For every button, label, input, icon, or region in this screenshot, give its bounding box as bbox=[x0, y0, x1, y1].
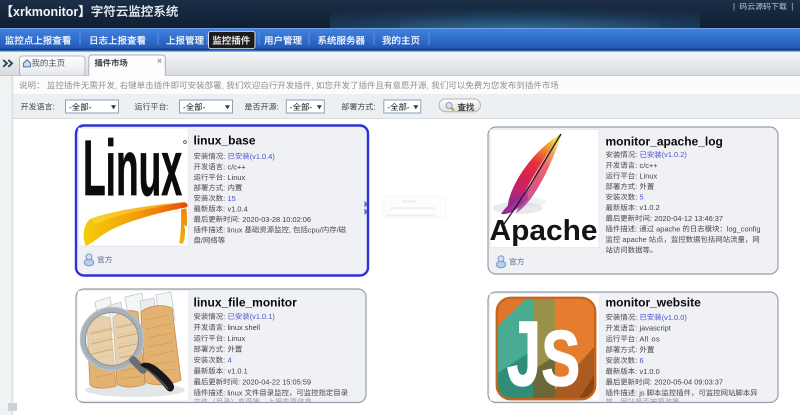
svg-text:-: - bbox=[290, 102, 293, 112]
svg-text:Linux: Linux bbox=[228, 173, 246, 182]
svg-text::: : bbox=[223, 345, 225, 354]
svg-text::: : bbox=[635, 224, 637, 233]
svg-text:(v1.0.2): (v1.0.2) bbox=[662, 150, 687, 159]
svg-text::: : bbox=[223, 367, 225, 376]
svg-text::: : bbox=[635, 324, 637, 333]
svg-text::: : bbox=[223, 204, 225, 213]
svg-text:,: , bbox=[115, 80, 117, 90]
svg-text:4: 4 bbox=[228, 356, 232, 365]
svg-text::: : bbox=[635, 356, 637, 365]
svg-text:,: , bbox=[311, 80, 313, 90]
svg-text:-: - bbox=[387, 102, 390, 112]
svg-text:-: - bbox=[203, 102, 206, 112]
svg-text::: : bbox=[635, 193, 637, 202]
svg-text:All os: All os bbox=[640, 334, 660, 343]
svg-text:Linux: Linux bbox=[640, 171, 658, 180]
svg-text::: : bbox=[223, 173, 225, 182]
svg-text:(v1.0.0): (v1.0.0) bbox=[662, 313, 687, 322]
svg-text:,: , bbox=[289, 225, 291, 234]
svg-text:: linux: : linux bbox=[223, 388, 243, 397]
svg-text:(v1.0.4): (v1.0.4) bbox=[250, 152, 275, 161]
svg-text:monitor_website: monitor_website bbox=[606, 296, 702, 310]
svg-text::: : bbox=[635, 150, 637, 159]
svg-text:5: 5 bbox=[640, 193, 644, 202]
svg-text:xrkmonitor: xrkmonitor bbox=[13, 5, 78, 19]
svg-text::: : bbox=[650, 378, 652, 387]
svg-text::: : bbox=[635, 345, 637, 354]
svg-text:Apache: Apache bbox=[490, 215, 598, 247]
svg-text::: : bbox=[373, 103, 375, 112]
svg-text:-: - bbox=[89, 102, 92, 112]
svg-text::: : bbox=[635, 182, 637, 191]
svg-text:2020-04-22 15:05:59: 2020-04-22 15:05:59 bbox=[242, 377, 311, 386]
svg-text:|: | bbox=[733, 2, 735, 11]
svg-text:linux shell: linux shell bbox=[228, 323, 261, 332]
svg-text::: : bbox=[53, 103, 55, 112]
svg-text::: : bbox=[238, 215, 240, 224]
svg-text::: : bbox=[223, 183, 225, 192]
svg-text:2020-05-04 09:03:37: 2020-05-04 09:03:37 bbox=[654, 378, 723, 387]
svg-text::: : bbox=[635, 334, 637, 343]
svg-text::: : bbox=[635, 367, 637, 376]
svg-text:monitor_apache_log: monitor_apache_log bbox=[606, 135, 723, 149]
svg-text:javascript: javascript bbox=[639, 324, 671, 333]
svg-text:linux_base: linux_base bbox=[194, 134, 256, 148]
svg-text:,: , bbox=[222, 80, 224, 90]
svg-text:v1.0.1: v1.0.1 bbox=[228, 367, 248, 376]
svg-text::: : bbox=[223, 194, 225, 203]
svg-text::: : bbox=[635, 161, 637, 170]
svg-text:linux_file_monitor: linux_file_monitor bbox=[194, 296, 298, 310]
svg-text:: js: : js bbox=[635, 388, 645, 397]
svg-text:,: , bbox=[427, 80, 429, 90]
svg-text::: : bbox=[635, 203, 637, 212]
svg-text:v1.0.2: v1.0.2 bbox=[640, 203, 660, 212]
svg-text:-: - bbox=[309, 102, 312, 112]
svg-text:S: S bbox=[542, 314, 581, 402]
svg-text:|: | bbox=[791, 2, 793, 11]
svg-text:apache: apache bbox=[656, 224, 680, 233]
svg-text:v1.0.0: v1.0.0 bbox=[640, 367, 660, 376]
svg-text:v1.0.4: v1.0.4 bbox=[228, 204, 248, 213]
svg-text::: : bbox=[238, 377, 240, 386]
svg-text::: : bbox=[277, 103, 279, 112]
svg-text::: : bbox=[223, 162, 225, 171]
svg-text:-: - bbox=[69, 102, 72, 112]
svg-text::: : bbox=[223, 323, 225, 332]
svg-text:-: - bbox=[183, 102, 186, 112]
svg-text:(v1.0.1): (v1.0.1) bbox=[250, 312, 275, 321]
svg-text:2020-04-12 13:46:37: 2020-04-12 13:46:37 bbox=[654, 214, 723, 223]
svg-text::: : bbox=[223, 312, 225, 321]
svg-text:Linux: Linux bbox=[228, 334, 246, 343]
svg-text:apache: apache bbox=[622, 235, 646, 244]
svg-text:c/c++: c/c++ bbox=[640, 161, 658, 170]
svg-text::: : bbox=[635, 313, 637, 322]
svg-text:c/c++: c/c++ bbox=[228, 162, 246, 171]
svg-text::: : bbox=[223, 152, 225, 161]
svg-text::: : bbox=[223, 334, 225, 343]
svg-text:J: J bbox=[507, 303, 541, 405]
svg-text::: : bbox=[650, 214, 652, 223]
svg-text:Linux: Linux bbox=[83, 123, 182, 212]
svg-text:6: 6 bbox=[640, 356, 644, 365]
svg-text::: : bbox=[167, 103, 169, 112]
svg-text:: linux: : linux bbox=[223, 225, 243, 234]
svg-text:log_config: log_config bbox=[727, 224, 761, 233]
svg-text:15: 15 bbox=[228, 194, 236, 203]
svg-text::: : bbox=[635, 171, 637, 180]
svg-text:cpu/: cpu/ bbox=[308, 225, 323, 234]
svg-text:2020-03-28 10:02:06: 2020-03-28 10:02:06 bbox=[242, 215, 311, 224]
svg-text::: : bbox=[223, 356, 225, 365]
svg-text:-: - bbox=[407, 102, 410, 112]
